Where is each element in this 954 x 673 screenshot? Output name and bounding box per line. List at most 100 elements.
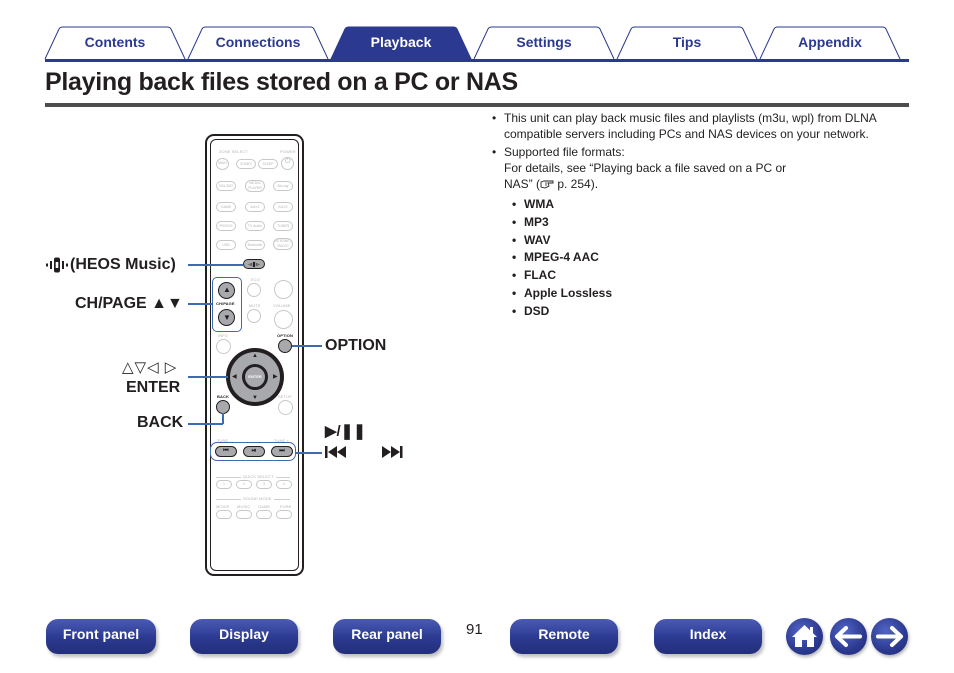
tab-label: Tips [672, 34, 702, 50]
setup-button [278, 400, 293, 415]
page-number: 91 [466, 621, 483, 638]
source-tuner: TUNER [273, 221, 293, 231]
format-item: MPEG-4 AAC [511, 249, 911, 267]
home-button[interactable] [786, 618, 823, 655]
power-button: ⏻ [281, 157, 294, 170]
callout-play-pause: ▶/❚❚ [325, 423, 366, 440]
tab-settings[interactable]: Settings [473, 26, 615, 60]
power-label: POWER [280, 149, 296, 154]
front-panel-button[interactable]: Front panel [46, 619, 156, 654]
ch-page-up-button: ▲ [218, 282, 235, 299]
source-tv-audio: TV Audio [245, 221, 265, 231]
tab-playback[interactable]: Playback [330, 26, 472, 60]
next-page-button[interactable] [871, 618, 908, 655]
skip-forward-button: ⏭ [271, 446, 293, 457]
ch-page-label: CH/PAGE [216, 301, 235, 306]
format-item: FLAC [511, 267, 911, 285]
skip-back-button: ⏮ [215, 446, 237, 457]
back-button [216, 400, 230, 414]
source-aux2: AUX2 [273, 202, 293, 212]
skip-forward-icon: ⏭ [279, 448, 285, 454]
tab-divider [45, 59, 909, 62]
source-aux1: AUX1 [245, 202, 265, 212]
tab-label: Contents [84, 34, 146, 50]
cursor-down-icon: ▼ [252, 395, 258, 401]
quick-select-2: 2 [236, 480, 252, 489]
play-pause-button: ⏯ [243, 446, 265, 457]
quick-select-label: QUICK SELECT [241, 474, 276, 479]
bullet-formats: Supported file formats: For details, see… [491, 144, 911, 192]
source-bluray: Blu-ray [273, 181, 293, 191]
power-icon: ⏻ [285, 158, 291, 165]
zone2-button: ZONE2 [236, 159, 256, 169]
format-item: MP3 [511, 214, 911, 232]
leader-ch-page [188, 303, 212, 305]
display-button[interactable]: Display [190, 619, 298, 654]
leader-back-v [222, 413, 224, 424]
source-game: GAME [216, 202, 236, 212]
format-list: WMA MP3 WAV MPEG-4 AAC FLAC Apple Lossle… [511, 196, 911, 321]
title-divider [45, 103, 909, 107]
quick-select-1: 1 [216, 480, 232, 489]
callout-cursor-arrows: △▽◁ ▷ [122, 359, 178, 376]
format-item: WMA [511, 196, 911, 214]
format-item: Apple Lossless [511, 285, 911, 303]
arrow-left-icon [835, 626, 862, 647]
tab-connections[interactable]: Connections [187, 26, 329, 60]
leader-transport [296, 452, 322, 454]
bullet-text: This unit can play back music files and … [504, 111, 877, 141]
triangle-up-icon: ▲ [223, 285, 231, 294]
tab-label: Appendix [798, 34, 862, 50]
cursor-pad: ▲ ▼ ◀ ▶ ENTER [226, 348, 284, 406]
source-usb: USB [216, 240, 236, 250]
leader-cursor [188, 376, 228, 378]
tab-label: Connections [215, 34, 301, 50]
rear-panel-button[interactable]: Rear panel [333, 619, 441, 654]
format-item: DSD [511, 303, 911, 321]
sleep-button: SLEEP [258, 159, 278, 169]
source-media-player: MEDIA PLAYER [245, 180, 265, 192]
skip-icons [325, 446, 403, 458]
arrow-right-icon [876, 626, 903, 647]
remote-button[interactable]: Remote [510, 619, 618, 654]
volume-up-button [274, 280, 293, 299]
leader-option [292, 345, 322, 347]
source-internet-radio: INTERNET RADIO [273, 238, 293, 250]
callout-enter: ENTER [126, 379, 181, 396]
tab-label: Settings [516, 34, 572, 50]
enter-button: ENTER [242, 364, 268, 390]
home-icon [792, 625, 817, 647]
tab-contents[interactable]: Contents [44, 26, 186, 60]
cursor-left-icon: ◀ [232, 374, 237, 380]
eco-button [247, 283, 261, 297]
play-pause-icon: ⏯ [251, 448, 257, 454]
index-button[interactable]: Index [654, 619, 762, 654]
heos-icon [248, 261, 260, 268]
option-label: OPTION [277, 333, 293, 338]
quick-select-4: 4 [276, 480, 292, 489]
zone-select-label: ZONE SELECT [219, 149, 248, 154]
source-cbl-sat: CBL/SAT [216, 181, 236, 191]
mute-button [247, 309, 261, 323]
bullet-dlna: This unit can play back music files and … [491, 110, 911, 142]
triangle-down-icon: ▼ [223, 313, 231, 322]
format-item: WAV [511, 232, 911, 250]
heos-icon [46, 257, 68, 273]
mute-label: MUTE [249, 303, 261, 308]
previous-page-button[interactable] [830, 618, 867, 655]
reference-hand-icon [540, 180, 554, 189]
page-reference-link[interactable]: p. 254). [557, 177, 598, 191]
movie-label: MOVIE [216, 504, 230, 509]
main-button: MAIN [216, 158, 229, 170]
sound-mode-pure [276, 510, 292, 519]
info-label: INFO [218, 333, 228, 338]
tab-tips[interactable]: Tips [616, 26, 758, 60]
sound-mode-movie [216, 510, 232, 519]
callout-heos-music: (HEOS Music) [70, 256, 176, 273]
sound-mode-music [236, 510, 252, 519]
bullet-detail: For details, see “Playing back a file sa… [504, 160, 804, 192]
page-title: Playing back files stored on a PC or NAS [45, 68, 518, 96]
game-label: GAME [258, 504, 271, 509]
tab-appendix[interactable]: Appendix [759, 26, 901, 60]
cursor-right-icon: ▶ [273, 374, 278, 380]
